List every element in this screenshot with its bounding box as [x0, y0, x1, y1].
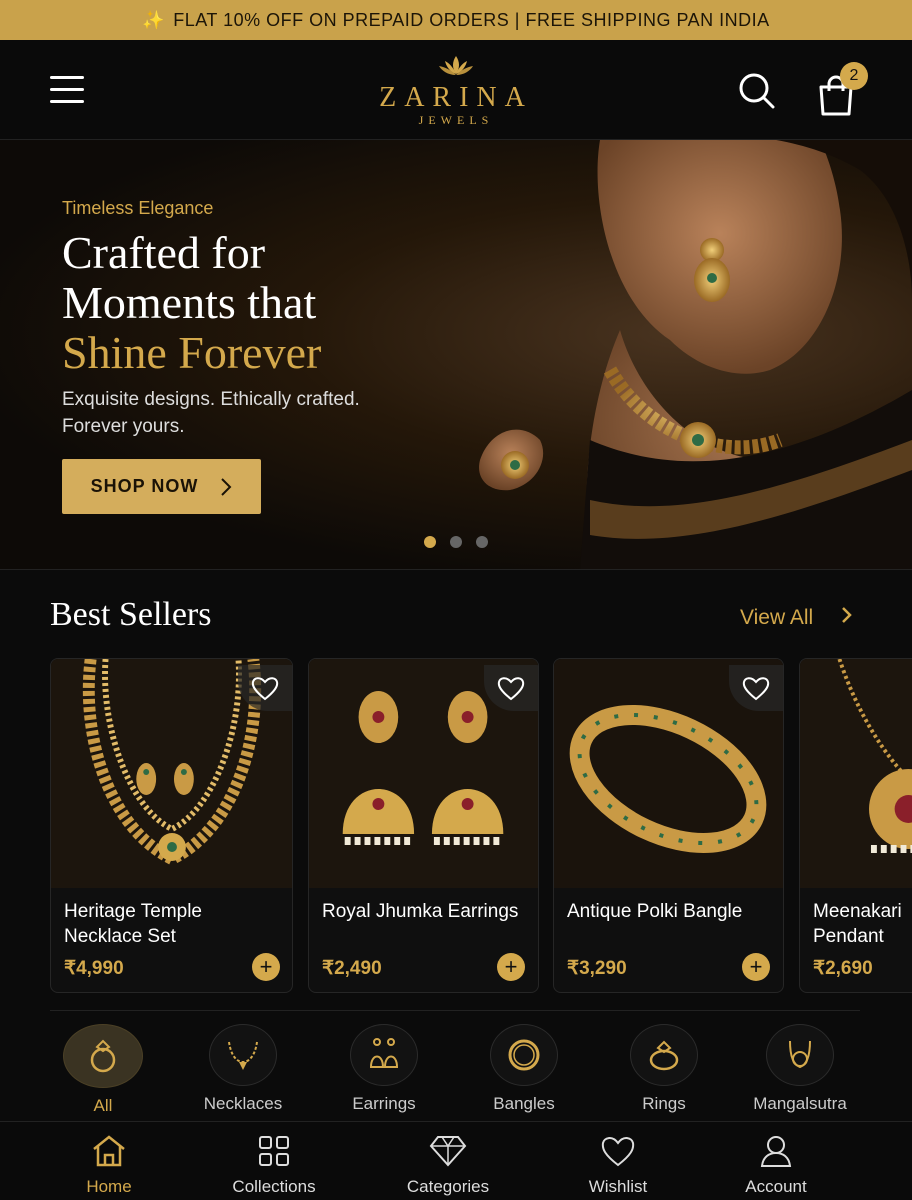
- cart-count-badge: 2: [840, 62, 868, 90]
- category-rings[interactable]: Rings: [594, 1024, 734, 1114]
- diamond-icon: [429, 1136, 467, 1167]
- category-label: Earrings: [352, 1094, 416, 1113]
- tab-label: Home: [86, 1177, 132, 1196]
- product-name: Royal Jhumka Earrings: [322, 901, 519, 922]
- hero-eyebrow: Timeless Elegance: [62, 198, 214, 218]
- product-card[interactable]: Royal Jhumka Earrings ₹2,490 +: [308, 658, 539, 993]
- shop-now-label: SHOP NOW: [90, 476, 199, 496]
- category-mangalsutra[interactable]: Mangalsutra: [730, 1024, 870, 1114]
- ring-icon: [649, 1040, 679, 1071]
- home-icon: [93, 1135, 125, 1167]
- carousel-dot[interactable]: [476, 536, 488, 548]
- divider: [50, 1010, 860, 1011]
- add-to-cart-button[interactable]: +: [742, 953, 770, 981]
- category-label: Mangalsutra: [753, 1094, 847, 1113]
- view-all-link[interactable]: View All: [740, 606, 853, 630]
- brand-name: ZARINA: [379, 82, 533, 113]
- grid-icon: [259, 1136, 289, 1166]
- shop-now-button[interactable]: SHOP NOW: [62, 459, 261, 514]
- tab-label: Categories: [406, 1177, 490, 1196]
- category-earrings[interactable]: Earrings: [314, 1024, 454, 1114]
- category-necklaces[interactable]: Necklaces: [173, 1024, 313, 1114]
- bangle-icon: [508, 1039, 540, 1071]
- heart-icon: [601, 1137, 635, 1167]
- section-title: Best Sellers: [50, 596, 212, 633]
- chevron-right-icon: [221, 477, 232, 496]
- carousel-dot[interactable]: [424, 536, 436, 548]
- product-name: Heritage Temple Necklace Set: [64, 901, 203, 947]
- product-name: Meenakari Pendant: [813, 901, 902, 947]
- promo-text: FLAT 10% OFF ON PREPAID ORDERS | FREE SH…: [173, 9, 770, 30]
- tab-collections[interactable]: Collections: [204, 1134, 344, 1197]
- hero-headline-line-1: Crafted for: [62, 227, 266, 278]
- chevron-right-icon: [841, 606, 853, 629]
- tab-wishlist[interactable]: Wishlist: [548, 1134, 688, 1197]
- search-icon[interactable]: [738, 72, 776, 110]
- view-all-label: View All: [740, 606, 814, 629]
- cart-button[interactable]: 2: [816, 62, 868, 120]
- product-price: ₹3,290: [567, 958, 627, 979]
- user-icon: [760, 1136, 792, 1167]
- bottom-tab-bar: Home Collections Categories Wishlist Acc…: [0, 1121, 912, 1200]
- product-image-pendant: [800, 659, 912, 888]
- hero-model-image: [479, 140, 912, 569]
- tab-home[interactable]: Home: [39, 1134, 179, 1197]
- product-price: ₹2,490: [322, 958, 382, 979]
- category-label: All: [93, 1096, 113, 1115]
- product-card[interactable]: Heritage Temple Necklace Set ₹4,990 +: [50, 658, 293, 993]
- hero-headline-line-2: Moments that: [62, 277, 317, 328]
- promo-bar: ✨ FLAT 10% OFF ON PREPAID ORDERS | FREE …: [0, 0, 912, 40]
- add-to-cart-button[interactable]: +: [252, 953, 280, 981]
- tab-label: Account: [745, 1177, 807, 1196]
- header: ZARINA JEWELS 2: [0, 40, 912, 140]
- lotus-icon: [439, 56, 473, 75]
- earrings-icon: [369, 1038, 399, 1068]
- tab-label: Collections: [232, 1177, 316, 1196]
- tab-label: Wishlist: [588, 1177, 648, 1196]
- tab-categories[interactable]: Categories: [378, 1134, 518, 1197]
- mangalsutra-icon: [789, 1040, 811, 1069]
- carousel-dot[interactable]: [450, 536, 462, 548]
- product-name: Antique Polki Bangle: [567, 901, 743, 922]
- heart-icon: [742, 677, 770, 701]
- hero-subtext: Exquisite designs. Ethically crafted. Fo…: [62, 389, 360, 437]
- category-all[interactable]: All: [33, 1024, 173, 1116]
- category-label: Bangles: [493, 1094, 555, 1113]
- ring-icon: [90, 1039, 116, 1073]
- product-card[interactable]: Antique Polki Bangle ₹3,290 +: [553, 658, 784, 993]
- product-price: ₹4,990: [64, 958, 124, 979]
- necklace-icon: [228, 1041, 258, 1070]
- sparkle-icon: ✨: [142, 9, 166, 30]
- heart-icon: [251, 677, 279, 701]
- brand-logo[interactable]: ZARINA JEWELS: [356, 54, 556, 128]
- hero-banner[interactable]: Timeless Elegance Crafted for Moments th…: [0, 140, 912, 570]
- product-card[interactable]: Meenakari Pendant ₹2,690: [799, 658, 912, 993]
- add-to-cart-button[interactable]: +: [497, 953, 525, 981]
- hero-headline-line-3: Shine Forever: [62, 327, 322, 378]
- tab-account[interactable]: Account: [706, 1134, 846, 1197]
- category-label: Rings: [642, 1094, 686, 1113]
- menu-icon[interactable]: [50, 76, 84, 104]
- hero-headline: Crafted for Moments that Shine Forever: [62, 228, 321, 378]
- carousel-dots: [424, 536, 488, 548]
- product-price: ₹2,690: [813, 958, 873, 979]
- brand-subtitle: JEWELS: [418, 113, 494, 127]
- category-label: Necklaces: [203, 1094, 283, 1113]
- category-bangles[interactable]: Bangles: [454, 1024, 594, 1114]
- heart-icon: [497, 677, 525, 701]
